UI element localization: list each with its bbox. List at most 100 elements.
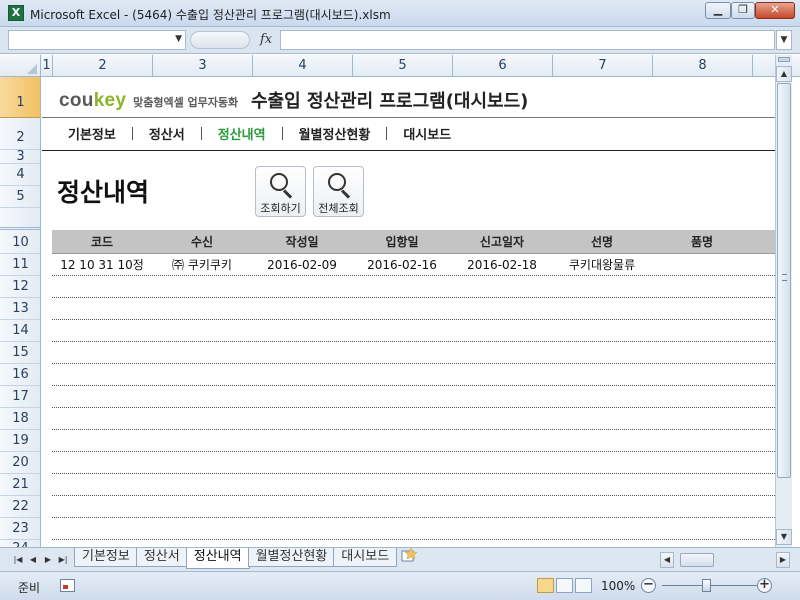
table-row[interactable] — [52, 276, 775, 298]
scroll-up-button[interactable]: ▲ — [776, 66, 792, 82]
nav-item-settlement-history[interactable]: 정산내역 — [218, 124, 266, 143]
table-row[interactable] — [52, 496, 775, 518]
cell-arrival-date[interactable]: 2016-02-16 — [352, 254, 452, 276]
sheet-tab-settlement-history[interactable]: 정산내역 — [185, 548, 250, 569]
first-sheet-button[interactable]: |◀ — [12, 553, 24, 567]
select-all-button[interactable] — [0, 55, 41, 77]
column-header[interactable]: 8 — [653, 55, 753, 77]
table-row[interactable] — [52, 386, 775, 408]
formula-splitter-handle[interactable] — [190, 31, 250, 49]
next-sheet-button[interactable]: ▶ — [42, 553, 54, 567]
zoom-in-button[interactable]: + — [757, 578, 772, 593]
row-header[interactable]: 23 — [0, 518, 40, 540]
excel-app-icon[interactable]: X — [8, 5, 24, 21]
row-header-selected[interactable]: 1 — [0, 77, 40, 118]
zoom-out-button[interactable]: − — [641, 578, 656, 593]
nav-item-monthly-status[interactable]: 월별정산현황 — [299, 124, 371, 143]
formula-controls: fx — [190, 30, 280, 50]
row-header[interactable]: 20 — [0, 452, 40, 474]
insert-sheet-button[interactable] — [399, 547, 418, 562]
table-row[interactable] — [52, 298, 775, 320]
column-header[interactable]: 5 — [353, 55, 453, 77]
row-header[interactable]: 21 — [0, 474, 40, 496]
split-handle[interactable] — [778, 57, 790, 62]
coukey-logo: coukey 맞춤형엑셀 업무자동화 — [59, 90, 238, 112]
sheet-tab-dashboard[interactable]: 대시보드 — [333, 548, 398, 567]
view-all-button[interactable]: 전체조회 — [313, 166, 364, 217]
table-row[interactable] — [52, 342, 775, 364]
chevron-down-icon[interactable]: ▼ — [175, 34, 182, 44]
horizontal-scrollbar[interactable]: ◀ ▶ — [660, 552, 790, 568]
table-row[interactable] — [52, 408, 775, 430]
table-row[interactable] — [52, 364, 775, 386]
column-header[interactable]: 1 — [41, 55, 53, 77]
table-row[interactable] — [52, 430, 775, 452]
row-header[interactable]: 5 — [0, 186, 40, 208]
page-break-view-button[interactable] — [575, 578, 592, 593]
row-header[interactable]: 4 — [0, 164, 40, 186]
row-header[interactable]: 24 — [0, 540, 40, 547]
table-row[interactable] — [52, 474, 775, 496]
table-row[interactable] — [52, 518, 775, 540]
cell-written-date[interactable]: 2016-02-09 — [252, 254, 352, 276]
sheet-tab-settlement[interactable]: 정산서 — [135, 548, 188, 567]
column-header[interactable]: 7 — [553, 55, 653, 77]
column-header[interactable]: 3 — [153, 55, 253, 77]
zoom-slider-thumb[interactable] — [702, 579, 711, 592]
name-box[interactable]: ▼ — [8, 30, 186, 50]
cell-vessel[interactable]: 쿠키대왕물류 — [552, 254, 652, 276]
row-header[interactable]: 11 — [0, 254, 40, 276]
row-header[interactable]: 17 — [0, 386, 40, 408]
nav-item-basic-info[interactable]: 기본정보 — [68, 124, 116, 143]
row-header[interactable]: 15 — [0, 342, 40, 364]
row-header[interactable]: 3 — [0, 150, 40, 164]
cell-item[interactable] — [652, 254, 752, 276]
sheet-tab-monthly-status[interactable]: 월별정산현황 — [247, 548, 336, 567]
column-header[interactable]: 4 — [253, 55, 353, 77]
page-layout-view-button[interactable] — [556, 578, 573, 593]
vertical-scrollbar[interactable]: ▲ ▼ — [775, 55, 792, 547]
last-sheet-button[interactable]: ▶| — [57, 553, 69, 567]
restore-button[interactable]: ❐ — [731, 2, 755, 19]
cell-declaration-date[interactable]: 2016-02-18 — [452, 254, 552, 276]
row-header[interactable]: 13 — [0, 298, 40, 320]
search-button[interactable]: 조회하기 — [255, 166, 306, 217]
table-row[interactable]: 12 10 31 10정 ㈜ 쿠키쿠키 2016-02-09 2016-02-1… — [52, 254, 775, 276]
row-header[interactable]: 2 — [0, 118, 40, 150]
minimize-button[interactable]: ▁ — [705, 2, 731, 19]
sheet-tab-bar: |◀ ◀ ▶ ▶| 기본정보 정산서 정산내역 월별정산현황 대시보드 ◀ ▶ — [0, 547, 800, 571]
row-header[interactable]: 14 — [0, 320, 40, 342]
table-row[interactable] — [52, 452, 775, 474]
row-header[interactable]: 10 — [0, 230, 40, 254]
zoom-level[interactable]: 100% — [601, 579, 635, 593]
row-header[interactable]: 16 — [0, 364, 40, 386]
cell-code[interactable]: 12 10 31 10정 — [52, 254, 152, 276]
macro-record-icon[interactable] — [60, 579, 75, 592]
title-bar: X Microsoft Excel - (5464) 수출입 정산관리 프로그램… — [0, 0, 800, 27]
brand-prefix: cou — [59, 90, 94, 111]
nav-item-settlement[interactable]: 정산서 — [149, 124, 185, 143]
row-header[interactable]: 12 — [0, 276, 40, 298]
row-header[interactable]: 18 — [0, 408, 40, 430]
normal-view-button[interactable] — [537, 578, 554, 593]
expand-formula-bar-button[interactable]: ▼ — [776, 30, 792, 50]
row-header[interactable]: 19 — [0, 430, 40, 452]
scroll-down-button[interactable]: ▼ — [776, 529, 792, 545]
scroll-left-button[interactable]: ◀ — [660, 552, 674, 568]
sheet-tab-basic-info[interactable]: 기본정보 — [74, 548, 138, 567]
formula-input[interactable] — [280, 30, 775, 50]
scroll-right-button[interactable]: ▶ — [776, 552, 790, 568]
insert-function-icon[interactable]: fx — [260, 32, 272, 47]
cell-recipient[interactable]: ㈜ 쿠키쿠키 — [152, 254, 252, 276]
table-row[interactable] — [52, 320, 775, 342]
row-header[interactable]: 22 — [0, 496, 40, 518]
worksheet[interactable]: coukey 맞춤형엑셀 업무자동화 수출입 정산관리 프로그램(대시보드) 기… — [42, 77, 775, 547]
column-header[interactable]: 2 — [53, 55, 153, 77]
column-header[interactable]: 6 — [453, 55, 553, 77]
nav-item-dashboard[interactable]: 대시보드 — [403, 124, 451, 143]
vertical-scroll-thumb[interactable] — [777, 83, 791, 478]
minimize-icon: ▁ — [713, 3, 723, 16]
prev-sheet-button[interactable]: ◀ — [27, 553, 39, 567]
close-button[interactable]: ✕ — [755, 2, 795, 19]
horizontal-scroll-thumb[interactable] — [680, 553, 714, 567]
